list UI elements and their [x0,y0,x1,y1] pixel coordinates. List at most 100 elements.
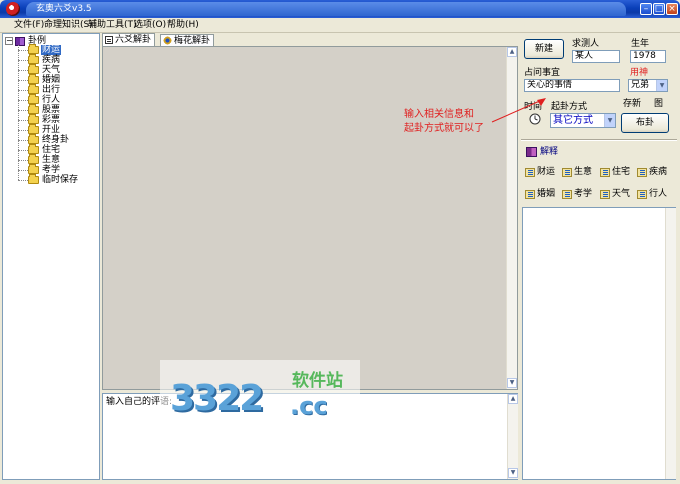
folder-icon [28,144,39,154]
chevron-down-icon[interactable]: ▼ [604,114,615,127]
case-tree[interactable]: − 卦例 财运 疾病 天气 婚姻 出行 行人 股票 彩票 开业 终身卦 住宅 生意 考学 临时保存 [2,33,100,480]
tab-meihua[interactable]: 梅花解卦 [160,34,215,46]
method-value: 其它方式 [553,115,593,126]
tree-branch-line [18,169,28,171]
category-link[interactable]: 考学 [562,189,592,200]
document-icon [637,190,647,199]
tree-branch-line [18,49,28,51]
folder-icon [28,154,39,164]
tree-item-label: 生意 [42,155,61,165]
tree-item[interactable]: 生意 [18,154,61,165]
meihua-icon [163,36,172,45]
app-icon[interactable] [6,2,20,16]
birth-year-input[interactable]: 1978 [630,50,666,63]
yongshen-label: 用神 [630,68,649,78]
tree-item[interactable]: 天气 [18,64,61,75]
tree-item[interactable]: 出行 [18,84,61,95]
category-label: 住宅 [612,167,631,177]
method-label: 起卦方式 [551,102,588,112]
tree-item-label: 出行 [42,85,61,95]
menu-bar: 文件(F) 命理知识(S) 辅助工具(T) 选项(O) 帮助(H) [0,18,680,33]
scroll-down-icon[interactable]: ▼ [508,468,518,478]
category-link[interactable]: 财运 [525,167,555,178]
minimize-button[interactable]: – [640,3,652,15]
tab-liuyao[interactable]: 六爻解卦 [102,33,156,46]
tree-item[interactable]: 开业 [18,124,61,135]
folder-icon [28,104,39,114]
tree-item[interactable]: 行人 [18,94,61,105]
category-link[interactable]: 天气 [600,189,630,200]
interpretation-result[interactable] [522,207,676,480]
close-button[interactable]: × [666,3,678,15]
document-icon [525,168,535,177]
category-link[interactable]: 生意 [562,167,592,178]
menu-tools[interactable]: 辅助工具(T) [88,20,137,31]
tree-item[interactable]: 婚姻 [18,74,61,85]
tree-branch-line [18,139,28,141]
annotation-note: 输入相关信息和 起卦方式就可以了 [404,108,484,136]
document-icon [600,168,610,177]
title-tab [26,2,626,16]
tree-branch-line [18,59,28,61]
folder-icon [28,94,39,104]
category-label: 行人 [649,189,668,199]
interpretation-title[interactable]: 解释 [540,147,558,158]
tree-item[interactable]: 考学 [18,164,61,175]
tree-branch-line [18,129,28,131]
watermark-domain: .cc [290,392,328,420]
scroll-down-icon[interactable]: ▼ [507,378,517,388]
tree-item-label: 股票 [42,105,61,115]
result-scrollbar[interactable] [665,208,676,479]
folder-icon [28,174,39,184]
divination-chart-area: ▲ ▼ [102,46,518,390]
folder-icon [28,134,39,144]
liuyao-icon [105,36,113,44]
tree-branch-line [18,89,28,91]
tree-branch-line [18,109,28,111]
tree-item[interactable]: 彩票 [18,114,61,125]
scroll-up-icon[interactable]: ▲ [507,47,517,57]
matter-input[interactable]: 关心的事情 [524,79,620,92]
tab-liuyao-label: 六爻解卦 [115,35,152,45]
method-select[interactable]: 其它方式 ▼ [550,113,616,128]
menu-file[interactable]: 文件(F) [14,20,44,31]
annotation-line-2: 起卦方式就可以了 [404,123,484,134]
comment-scrollbar[interactable]: ▲ ▼ [507,394,518,479]
tree-item-label: 天气 [42,65,61,75]
tree-branch-line [18,69,28,71]
document-icon [562,168,572,177]
maximize-button[interactable]: □ [653,3,665,15]
category-link[interactable]: 行人 [637,189,667,200]
folder-icon [28,74,39,84]
book-icon [526,147,537,157]
category-link[interactable]: 住宅 [600,167,630,178]
new-button[interactable]: 新建 [524,39,564,59]
document-icon [525,190,535,199]
chevron-down-icon[interactable]: ▼ [656,80,667,91]
tree-item[interactable]: 临时保存 [18,174,79,185]
tree-item[interactable]: 疾病 [18,54,61,65]
watermark-number: 3322 [170,378,264,419]
tree-item[interactable]: 终身卦 [18,134,70,145]
save-new-label[interactable]: 存新 [623,99,641,110]
annotation-arrow [491,98,546,123]
chart-label[interactable]: 图 [654,99,663,110]
menu-options[interactable]: 选项(O) [134,20,166,31]
category-link[interactable]: 疾病 [637,167,667,178]
tree-item[interactable]: 股票 [18,104,61,115]
tree-item[interactable]: 财运 [18,44,62,55]
annotation-line-1: 输入相关信息和 [404,109,474,120]
cast-button[interactable]: 布卦 [621,113,669,133]
menu-knowledge[interactable]: 命理知识(S) [44,20,93,31]
tree-item[interactable]: 住宅 [18,144,61,155]
menu-help[interactable]: 帮助(H) [167,20,199,31]
scroll-up-icon[interactable]: ▲ [508,394,518,404]
matter-label: 占问事宜 [524,68,561,78]
tree-branch-line [18,159,28,161]
yongshen-select[interactable]: 兄弟 ▼ [628,79,668,92]
person-input[interactable]: 某人 [572,50,620,63]
collapse-icon[interactable]: − [5,37,13,45]
yongshen-value: 兄弟 [631,80,650,90]
category-link[interactable]: 婚姻 [525,189,555,200]
category-label: 生意 [574,167,593,177]
